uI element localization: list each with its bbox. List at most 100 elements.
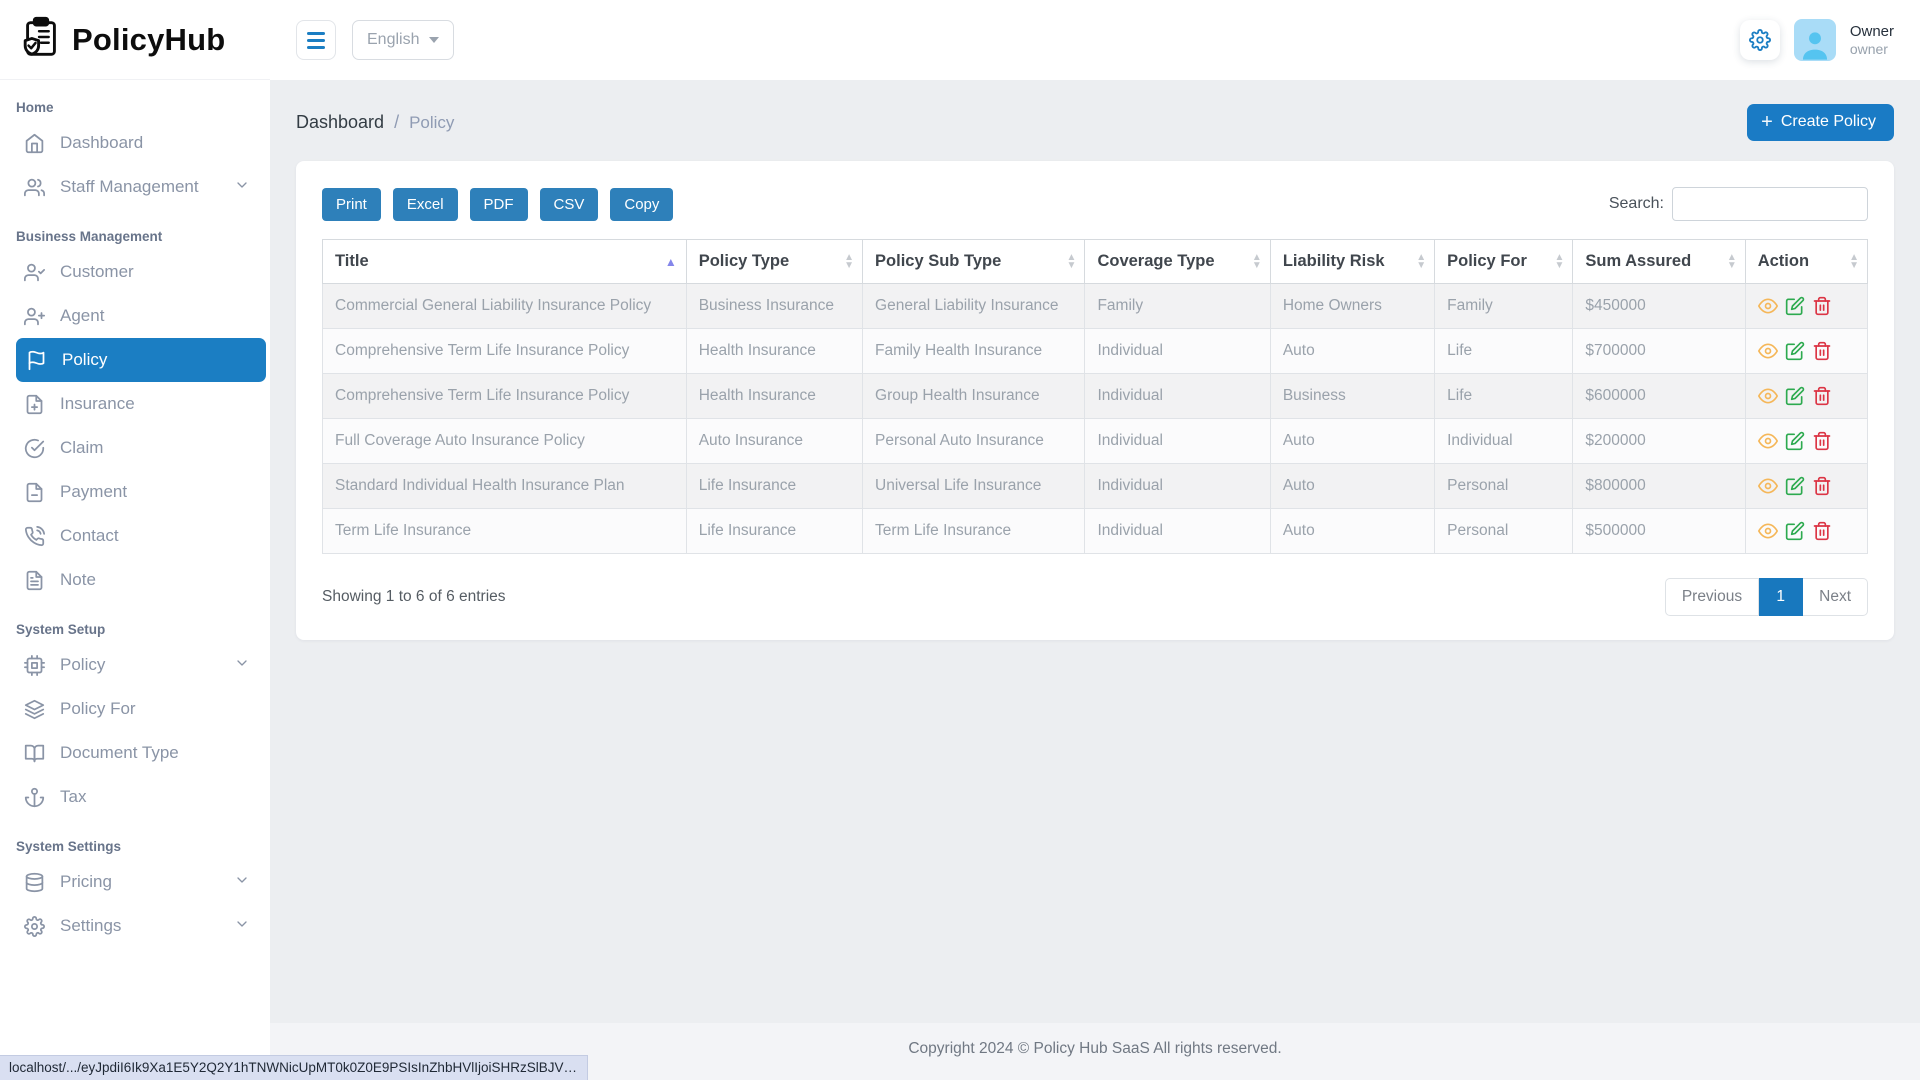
eye-icon [1758,521,1778,541]
sidebar-item-dashboard[interactable]: Dashboard [0,121,264,165]
sidebar-section-system-setup: System Setup [0,602,270,643]
brand-logo[interactable]: PolicyHub [0,0,270,80]
sidebar-item-settings[interactable]: Settings [0,904,264,948]
cell-policy-for: Personal [1435,464,1573,509]
sidebar-item-tax[interactable]: Tax [0,775,264,819]
entries-info: Showing 1 to 6 of 6 entries [322,588,506,606]
edit-button[interactable] [1785,431,1805,451]
column-header-liability-risk[interactable]: Liability Risk▲▼ [1270,240,1434,284]
sidebar-item-policy[interactable]: Policy [0,643,264,687]
user-plus-icon [24,306,45,327]
sidebar-item-document-type[interactable]: Document Type [0,731,264,775]
pagination-next[interactable]: Next [1803,578,1868,616]
column-label: Title [335,252,369,270]
excel-export-button[interactable]: Excel [393,188,458,221]
edit-button[interactable] [1785,296,1805,316]
delete-button[interactable] [1812,521,1832,541]
content-area: Dashboard / Policy + Create Policy Print… [270,80,1920,1023]
view-button[interactable] [1758,386,1778,406]
delete-button[interactable] [1812,341,1832,361]
delete-button[interactable] [1812,476,1832,496]
cell-liability-risk: Auto [1270,419,1434,464]
sidebar-item-pricing[interactable]: Pricing [0,860,264,904]
column-header-policy-sub-type[interactable]: Policy Sub Type▲▼ [863,240,1085,284]
settings-gear-button[interactable] [1740,20,1780,60]
home-icon [24,133,45,154]
sidebar-item-label: Document Type [60,743,179,763]
sidebar-item-claim[interactable]: Claim [0,426,264,470]
topbar-right: Owner owner [1740,19,1894,61]
user-avatar[interactable] [1794,19,1836,61]
sidebar-item-policy[interactable]: Policy [16,338,266,382]
trash-icon [1812,341,1832,361]
view-button[interactable] [1758,431,1778,451]
cell-policy-sub-type: General Liability Insurance [863,284,1085,329]
sidebar-item-payment[interactable]: Payment [0,470,264,514]
cell-title: Comprehensive Term Life Insurance Policy [323,329,687,374]
view-button[interactable] [1758,521,1778,541]
edit-button[interactable] [1785,341,1805,361]
cell-policy-type: Business Insurance [686,284,862,329]
sidebar-item-customer[interactable]: Customer [0,250,264,294]
sidebar-section-system-settings: System Settings [0,819,270,860]
cell-sum-assured: $800000 [1573,464,1745,509]
column-header-sum-assured[interactable]: Sum Assured▲▼ [1573,240,1745,284]
column-header-action[interactable]: Action▲▼ [1745,240,1867,284]
cell-liability-risk: Auto [1270,464,1434,509]
cell-policy-type: Health Insurance [686,374,862,419]
copy-export-button[interactable]: Copy [610,188,673,221]
chevron-down-icon [234,177,250,193]
pagination-page-1[interactable]: 1 [1759,578,1803,616]
cell-action [1745,464,1867,509]
print-export-button[interactable]: Print [322,188,381,221]
user-meta[interactable]: Owner owner [1850,23,1894,56]
csv-export-button[interactable]: CSV [540,188,599,221]
view-button[interactable] [1758,476,1778,496]
sidebar-item-staff-management[interactable]: Staff Management [0,165,264,209]
file-plus-icon [24,394,45,415]
gear-icon [24,916,45,937]
breadcrumb-dashboard[interactable]: Dashboard [296,112,384,133]
table-row: Full Coverage Auto Insurance PolicyAuto … [323,419,1868,464]
pagination: Previous1Next [1665,578,1868,616]
hamburger-icon[interactable] [296,20,336,60]
column-label: Policy Sub Type [875,252,1001,270]
delete-button[interactable] [1812,296,1832,316]
phone-icon [24,526,45,547]
cell-action [1745,329,1867,374]
sidebar-item-policy-for[interactable]: Policy For [0,687,264,731]
sidebar-item-contact[interactable]: Contact [0,514,264,558]
column-header-policy-type[interactable]: Policy Type▲▼ [686,240,862,284]
column-header-coverage-type[interactable]: Coverage Type▲▼ [1085,240,1270,284]
pdf-export-button[interactable]: PDF [470,188,528,221]
edit-button[interactable] [1785,386,1805,406]
chevron-down-icon [234,916,250,932]
cell-coverage-type: Individual [1085,419,1270,464]
delete-button[interactable] [1812,431,1832,451]
sidebar-item-agent[interactable]: Agent [0,294,264,338]
trash-icon [1812,476,1832,496]
sort-icons: ▲▼ [844,254,854,270]
search-input[interactable] [1672,187,1868,221]
pagination-previous[interactable]: Previous [1665,578,1759,616]
edit-button[interactable] [1785,521,1805,541]
sidebar-item-note[interactable]: Note [0,558,264,602]
sidebar-section-business-management: Business Management [0,209,270,250]
sidebar-item-label: Payment [60,482,127,502]
column-header-title[interactable]: Title▲ [323,240,687,284]
view-button[interactable] [1758,341,1778,361]
column-header-policy-for[interactable]: Policy For▲▼ [1435,240,1573,284]
layers-icon [24,699,45,720]
cell-title: Full Coverage Auto Insurance Policy [323,419,687,464]
eye-icon [1758,386,1778,406]
sidebar-item-insurance[interactable]: Insurance [0,382,264,426]
language-dropdown[interactable]: English [352,20,454,60]
cell-sum-assured: $200000 [1573,419,1745,464]
view-button[interactable] [1758,296,1778,316]
create-policy-button[interactable]: + Create Policy [1747,104,1894,141]
table-row: Comprehensive Term Life Insurance Policy… [323,329,1868,374]
cell-policy-sub-type: Personal Auto Insurance [863,419,1085,464]
edit-button[interactable] [1785,476,1805,496]
sort-icons: ▲▼ [1252,254,1262,270]
delete-button[interactable] [1812,386,1832,406]
